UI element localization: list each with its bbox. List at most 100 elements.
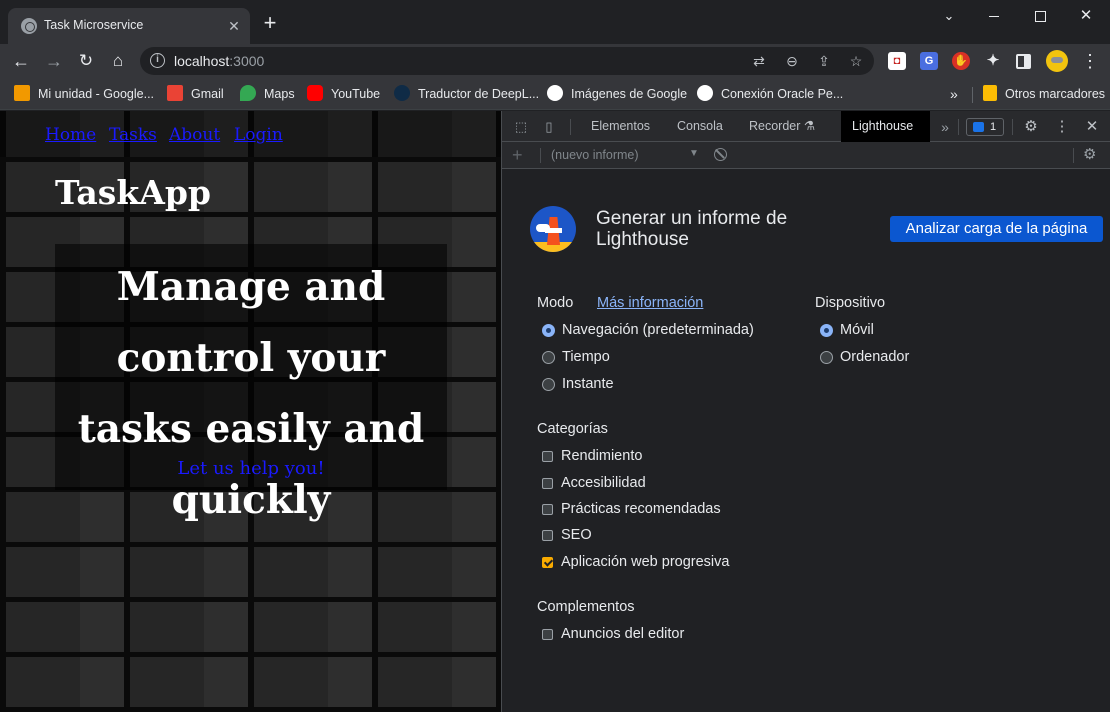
customize-menu-icon[interactable]: ⋮	[1053, 118, 1071, 136]
new-tab-button[interactable]: +	[259, 12, 281, 35]
report-select-dropdown[interactable]: (nuevo informe) ▼	[551, 148, 703, 164]
extension-adblock-icon[interactable]: ✋	[952, 52, 970, 70]
nav-link-tasks[interactable]: Tasks	[109, 125, 157, 145]
gmail-icon	[167, 85, 183, 101]
back-arrow-icon[interactable]: ←	[10, 50, 32, 72]
toolbar-divider	[570, 119, 571, 135]
bookmark-item[interactable]: Imágenes de Google	[547, 85, 687, 103]
extension-translate-icon[interactable]: G	[920, 52, 938, 70]
bookmarks-overflow-button[interactable]: »	[950, 85, 958, 103]
url-text[interactable]: localhost:3000	[174, 53, 264, 69]
more-tabs-icon[interactable]: »	[936, 118, 954, 136]
nav-link-about[interactable]: About	[169, 125, 220, 145]
close-window-button[interactable]: ✕	[1075, 6, 1097, 26]
bookmark-item[interactable]: Traductor de DeepL...	[394, 85, 539, 103]
google-drive-icon	[14, 85, 30, 101]
radio-button[interactable]	[542, 324, 555, 337]
lighthouse-toolbar: + (nuevo informe) ▼ ⚙	[502, 142, 1110, 169]
option-label: Rendimiento	[561, 448, 643, 464]
forward-arrow-icon[interactable]: →	[43, 50, 65, 72]
hero-cta-link[interactable]: Let us help you!	[55, 458, 447, 479]
lighthouse-settings-gear-icon[interactable]: ⚙	[1083, 146, 1096, 164]
bookmark-item[interactable]: Gmail	[167, 85, 224, 103]
web-page-viewport: Home Tasks About Login TaskApp Manage an…	[0, 111, 501, 712]
bookmark-label: Traductor de DeepL...	[418, 87, 540, 101]
checkbox[interactable]	[542, 557, 553, 568]
translate-icon[interactable]: ⇄	[750, 52, 768, 70]
youtube-icon	[307, 85, 323, 101]
extensions-puzzle-icon[interactable]: ✦	[984, 52, 1002, 70]
lighthouse-heading: Generar un informe de Lighthouse	[596, 208, 788, 250]
close-tab-icon[interactable]: ✕	[224, 16, 244, 36]
bookmark-star-icon[interactable]: ☆	[847, 52, 865, 70]
hero-section: Manage and control your tasks easily and…	[55, 244, 447, 523]
radio-button[interactable]	[820, 351, 833, 364]
bookmark-item[interactable]: YouTube	[307, 85, 380, 103]
flask-icon: ⚗	[803, 119, 816, 133]
toolbar-divider	[958, 119, 959, 135]
site-brand: TaskApp	[55, 173, 211, 212]
radio-button[interactable]	[542, 351, 555, 364]
other-bookmarks-folder[interactable]: Otros marcadores	[983, 85, 1105, 103]
bookmark-item[interactable]: Maps	[240, 85, 295, 103]
option-label: Navegación (predeterminada)	[562, 322, 754, 338]
maximize-button[interactable]	[1029, 6, 1051, 26]
site-info-icon[interactable]: i	[150, 53, 165, 68]
browser-tab[interactable]: Task Microservice ✕	[8, 8, 250, 44]
radio-button[interactable]	[542, 378, 555, 391]
side-panel-icon[interactable]	[1016, 54, 1031, 69]
bookmark-label: Maps	[264, 87, 295, 101]
browser-toolbar: ← → ↻ ⌂ i localhost:3000 ⇄ ⊖ ⇪ ☆ ◘ G ✋ ✦…	[0, 44, 1110, 78]
tab-lighthouse[interactable]: Lighthouse	[841, 111, 930, 142]
learn-more-link[interactable]: Más información	[597, 295, 703, 311]
folder-icon	[983, 85, 997, 101]
tab-recorder-label: Recorder	[749, 119, 801, 133]
maps-pin-icon	[240, 85, 256, 101]
tab-console[interactable]: Consola	[666, 111, 734, 142]
globe-icon	[21, 18, 37, 34]
checkbox[interactable]	[542, 629, 553, 640]
logo-part	[536, 224, 550, 232]
checkbox[interactable]	[542, 504, 553, 515]
extension-pocket-icon[interactable]: ◘	[888, 52, 906, 70]
nav-link-login[interactable]: Login	[234, 125, 283, 145]
bookmarks-divider	[972, 87, 973, 103]
reload-icon[interactable]: ↻	[75, 50, 97, 72]
tab-strip: Task Microservice ✕ + ⌄ ✕	[0, 0, 1110, 44]
option-label: SEO	[561, 527, 592, 543]
option-label: Anuncios del editor	[561, 626, 685, 642]
option-label: Accesibilidad	[561, 475, 646, 491]
checkbox[interactable]	[542, 451, 553, 462]
issues-count: 1	[990, 121, 997, 133]
home-icon[interactable]: ⌂	[107, 50, 129, 72]
bookmark-label: Conexión Oracle Pe...	[721, 87, 844, 101]
settings-gear-icon[interactable]: ⚙	[1022, 118, 1040, 136]
option-label: Prácticas recomendadas	[561, 501, 721, 517]
analyze-page-load-button[interactable]: Analizar carga de la página	[890, 216, 1103, 242]
clear-reports-icon[interactable]	[714, 148, 727, 161]
zoom-icon[interactable]: ⊖	[783, 52, 801, 70]
share-icon[interactable]: ⇪	[815, 52, 833, 70]
browser-menu-icon[interactable]: ⋮	[1080, 50, 1100, 72]
bookmark-item[interactable]: Mi unidad - Google...	[14, 85, 154, 103]
lighthouse-logo-icon	[530, 206, 576, 252]
minimize-button[interactable]	[983, 6, 1005, 26]
close-devtools-icon[interactable]: ✕	[1083, 118, 1101, 136]
profile-avatar[interactable]	[1046, 50, 1068, 72]
device-toolbar-icon[interactable]: ▯	[540, 118, 558, 136]
nav-link-home[interactable]: Home	[45, 125, 96, 145]
tab-recorder[interactable]: Recorder ⚗	[738, 111, 826, 142]
checkbox[interactable]	[542, 478, 553, 489]
checkbox[interactable]	[542, 530, 553, 541]
radio-button[interactable]	[820, 324, 833, 337]
bookmark-item[interactable]: Conexión Oracle Pe...	[697, 85, 843, 103]
option-label: Ordenador	[840, 349, 910, 365]
issues-counter-button[interactable]: 1	[966, 118, 1004, 136]
caret-down-icon: ▼	[689, 148, 699, 159]
new-report-plus-icon[interactable]: +	[512, 145, 523, 165]
address-bar[interactable]: i localhost:3000 ⇄ ⊖ ⇪ ☆	[140, 47, 874, 75]
hero-title: Manage and control your tasks easily and…	[77, 264, 425, 523]
inspect-element-icon[interactable]: ⬚	[512, 118, 530, 136]
tab-elements[interactable]: Elementos	[580, 111, 661, 142]
tab-search-icon[interactable]: ⌄	[938, 6, 960, 26]
